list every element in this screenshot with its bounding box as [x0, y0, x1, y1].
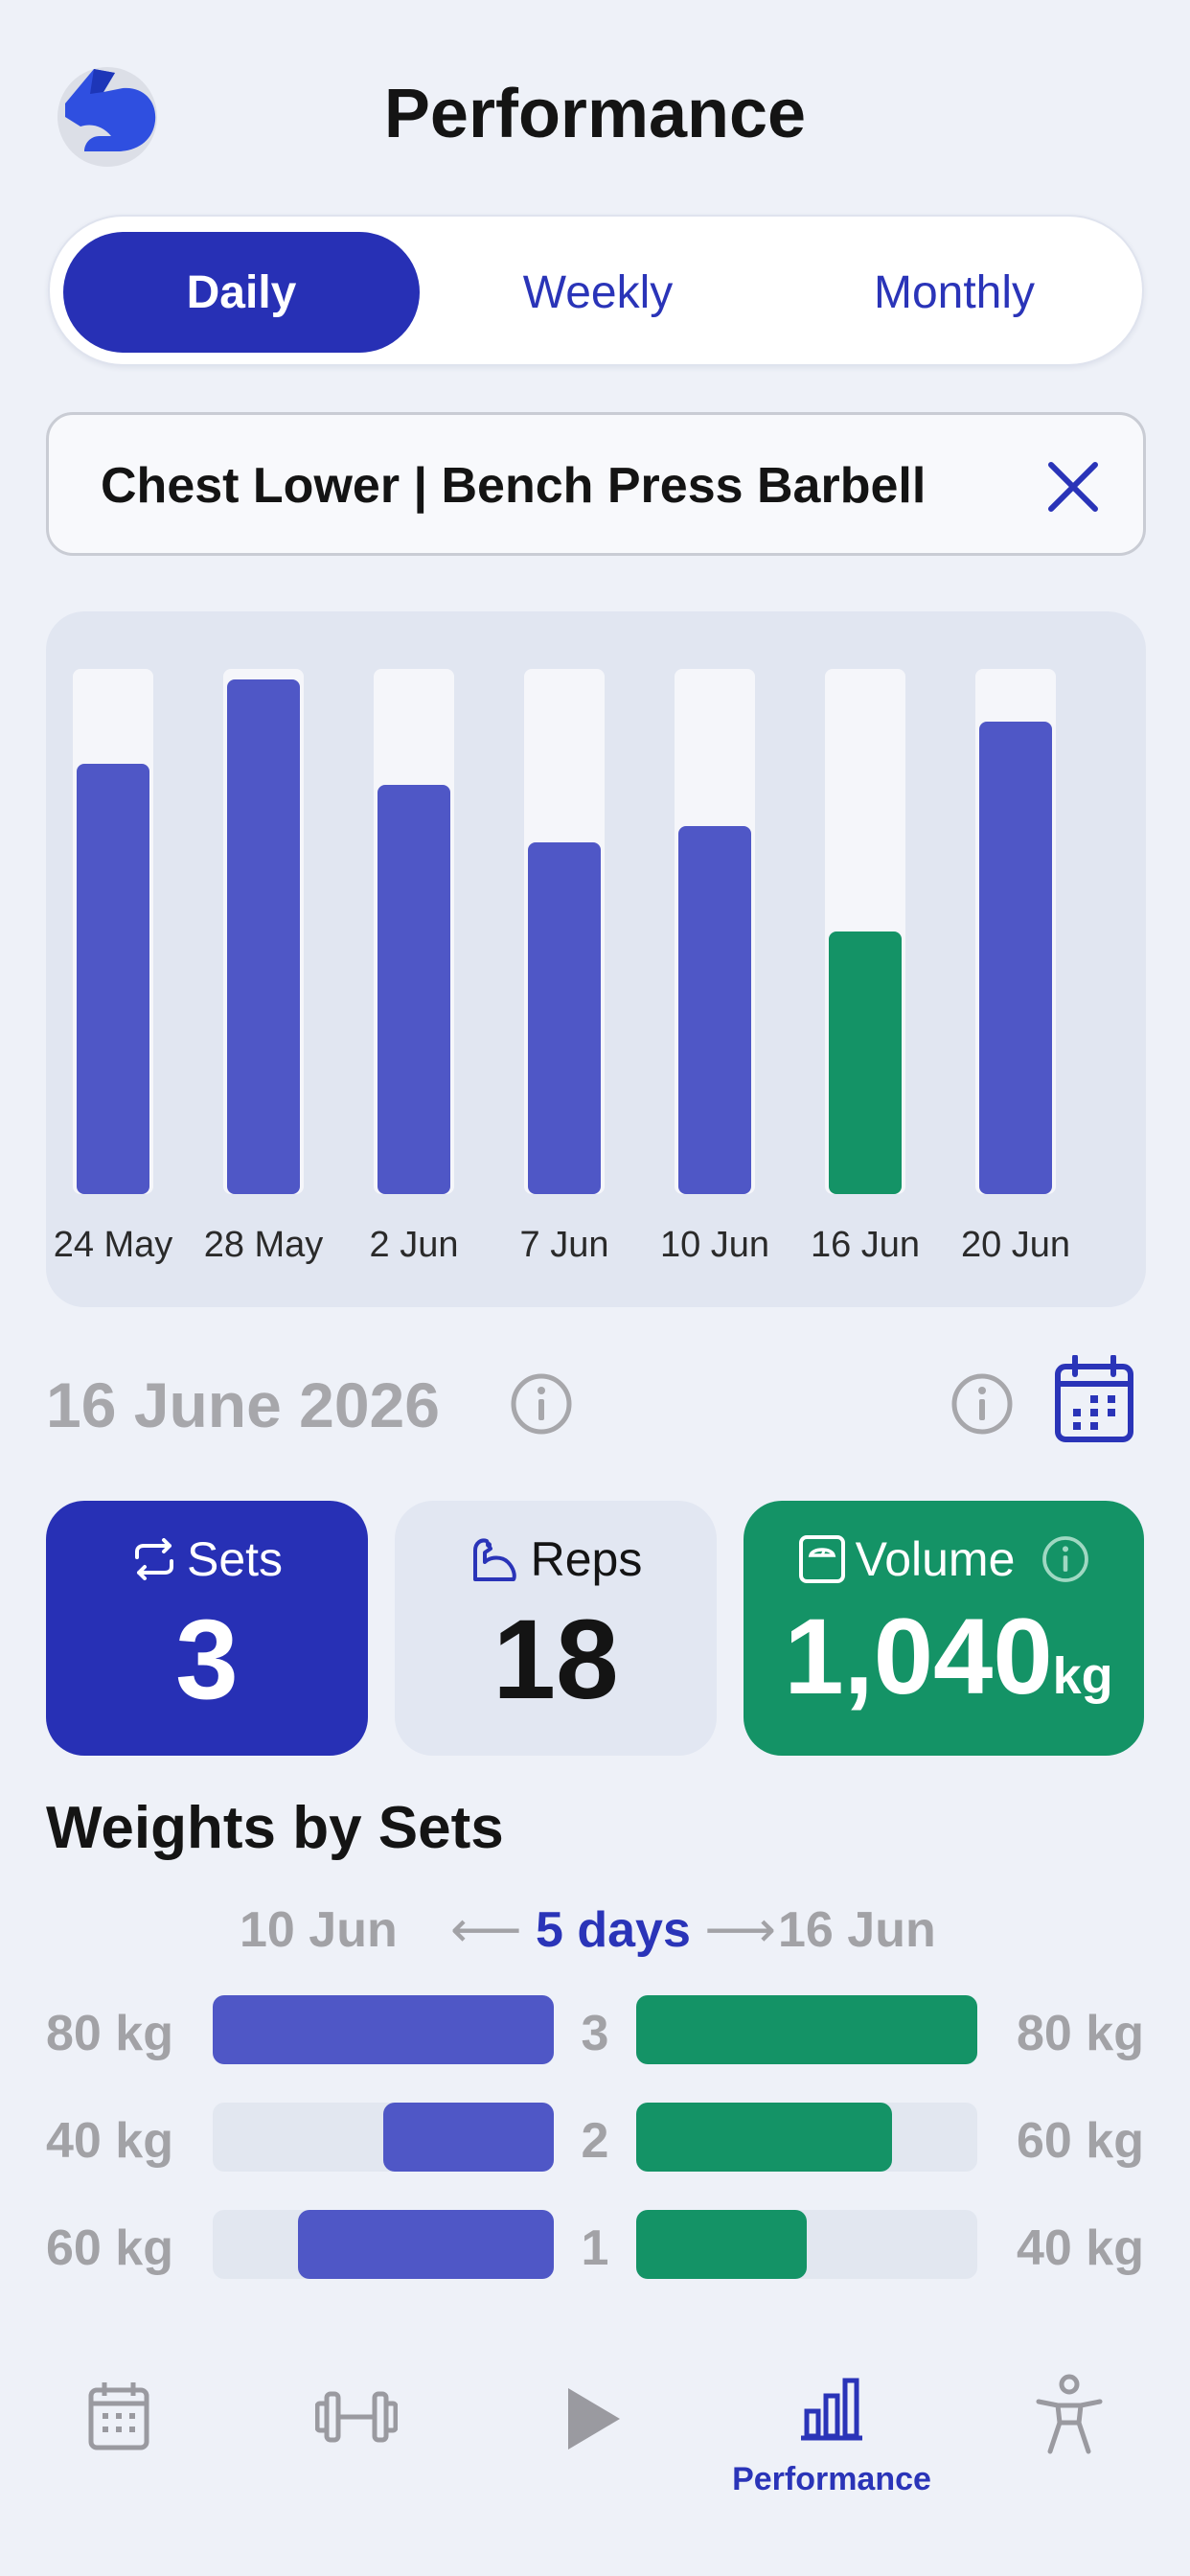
- chart-x-label: 16 Jun: [810, 1225, 921, 1265]
- nav-performance[interactable]: Performance: [713, 2367, 950, 2520]
- right-weight-bar: [636, 2210, 807, 2279]
- left-weight-track: [213, 1995, 554, 2064]
- right-weight-track: [636, 2103, 977, 2172]
- date-range-row: 10 Jun ⟵ 5 days ⟶ 16 Jun: [0, 1901, 1190, 1968]
- set-number: 2: [581, 2113, 609, 2169]
- page-title: Performance: [383, 76, 807, 152]
- volume-label: Volume: [855, 1532, 1016, 1586]
- gap-days: 5 days: [536, 1902, 691, 1958]
- performance-bar-chart: 24 May 28 May 2 Jun 7 Jun 10 Jun 16 Jun 20 Jun: [46, 611, 1146, 1307]
- left-weight: 40 kg: [46, 2113, 173, 2169]
- sets-label: Sets: [186, 1532, 284, 1586]
- chart-bar-track[interactable]: [675, 669, 755, 1194]
- chart-x-label: 20 Jun: [960, 1225, 1071, 1265]
- exercise-filter-chip[interactable]: Chest Lower | Bench Press Barbell: [46, 412, 1146, 556]
- repeat-icon: [134, 1538, 173, 1580]
- chart-x-label: 10 Jun: [659, 1225, 770, 1265]
- right-weight-track: [636, 1995, 977, 2064]
- close-icon[interactable]: [1043, 457, 1103, 517]
- nav-start-workout[interactable]: [475, 2367, 713, 2520]
- left-weight-bar: [298, 2210, 554, 2279]
- to-date: 16 Jun: [778, 1902, 936, 1958]
- volume-value: 1,040kg: [753, 1595, 1144, 1718]
- info-icon[interactable]: [1041, 1535, 1089, 1583]
- from-date: 10 Jun: [240, 1902, 398, 1958]
- flex-arm-icon: [472, 1538, 516, 1581]
- right-weight-bar: [636, 2103, 892, 2172]
- chart-bar[interactable]: [528, 842, 601, 1194]
- tab-monthly[interactable]: Monthly: [776, 232, 1133, 353]
- weights-by-sets-title: Weights by Sets: [46, 1795, 504, 1861]
- reps-label: Reps: [530, 1532, 643, 1586]
- chart-bar[interactable]: [979, 722, 1052, 1194]
- right-weight: 40 kg: [1017, 2220, 1144, 2276]
- chart-bar-track[interactable]: [223, 669, 304, 1194]
- weights-row: 80 kg 3 80 kg: [0, 1995, 1190, 2068]
- weights-row: 60 kg 1 40 kg: [0, 2210, 1190, 2283]
- set-number: 3: [581, 2006, 609, 2061]
- left-weight-bar: [383, 2103, 554, 2172]
- tab-daily[interactable]: Daily: [63, 232, 420, 353]
- sets-card[interactable]: Sets 3: [46, 1501, 368, 1756]
- bar-chart-icon: [801, 2378, 862, 2441]
- right-weight-track: [636, 2210, 977, 2279]
- volume-card[interactable]: Volume 1,040kg: [744, 1501, 1144, 1756]
- set-number: 1: [581, 2220, 609, 2276]
- chart-bar-track[interactable]: [524, 669, 605, 1194]
- reps-value: 18: [492, 1597, 619, 1723]
- nav-profile[interactable]: [950, 2367, 1188, 2520]
- left-weight-bar: [213, 1995, 554, 2064]
- left-weight-track: [213, 2210, 554, 2279]
- dumbbell-icon: [315, 2391, 398, 2443]
- tab-weekly[interactable]: Weekly: [420, 232, 776, 353]
- volume-unit: kg: [1052, 1647, 1113, 1705]
- chart-bar-track[interactable]: [374, 669, 454, 1194]
- chart-bar[interactable]: [378, 785, 450, 1194]
- chart-x-label: 28 May: [203, 1225, 324, 1265]
- nav-calendar[interactable]: [0, 2367, 238, 2520]
- gap-label: ⟵ 5 days ⟶: [450, 1902, 776, 1958]
- right-weight-bar: [636, 1995, 977, 2064]
- left-weight-track: [213, 2103, 554, 2172]
- chart-x-label: 2 Jun: [369, 1225, 459, 1265]
- chart-x-label: 24 May: [53, 1225, 173, 1265]
- info-icon[interactable]: [950, 1372, 1014, 1436]
- info-icon[interactable]: [510, 1372, 573, 1436]
- left-weight: 80 kg: [46, 2006, 173, 2061]
- sets-value: 3: [175, 1597, 239, 1723]
- play-icon: [568, 2388, 620, 2450]
- chart-bar[interactable]: [678, 826, 751, 1194]
- nav-performance-label: Performance: [732, 2461, 931, 2497]
- chart-bar[interactable]: [829, 932, 902, 1194]
- chart-x-label: 7 Jun: [519, 1225, 609, 1265]
- scale-icon: [798, 1535, 845, 1583]
- left-weight: 60 kg: [46, 2220, 173, 2276]
- chart-bar[interactable]: [77, 764, 149, 1194]
- selected-date: 16 June 2026: [46, 1369, 440, 1440]
- weights-row: 40 kg 2 60 kg: [0, 2103, 1190, 2175]
- volume-number: 1,040: [784, 1597, 1053, 1716]
- exercise-label: Chest Lower | Bench Press Barbell: [101, 458, 927, 514]
- reps-card[interactable]: Reps 18: [395, 1501, 717, 1756]
- period-segmented-control: Daily Weekly Monthly: [48, 215, 1144, 366]
- chart-bar-track[interactable]: [825, 669, 905, 1194]
- calendar-icon: [88, 2382, 149, 2450]
- chart-bar-track[interactable]: [73, 669, 153, 1194]
- nav-workouts[interactable]: [238, 2367, 475, 2520]
- right-weight: 60 kg: [1017, 2113, 1144, 2169]
- calendar-icon[interactable]: [1054, 1355, 1134, 1443]
- bottom-nav: Performance: [0, 2338, 1190, 2576]
- person-icon: [1036, 2374, 1103, 2454]
- chart-bar[interactable]: [227, 679, 300, 1194]
- chart-bar-track[interactable]: [975, 669, 1056, 1194]
- right-weight: 80 kg: [1017, 2006, 1144, 2061]
